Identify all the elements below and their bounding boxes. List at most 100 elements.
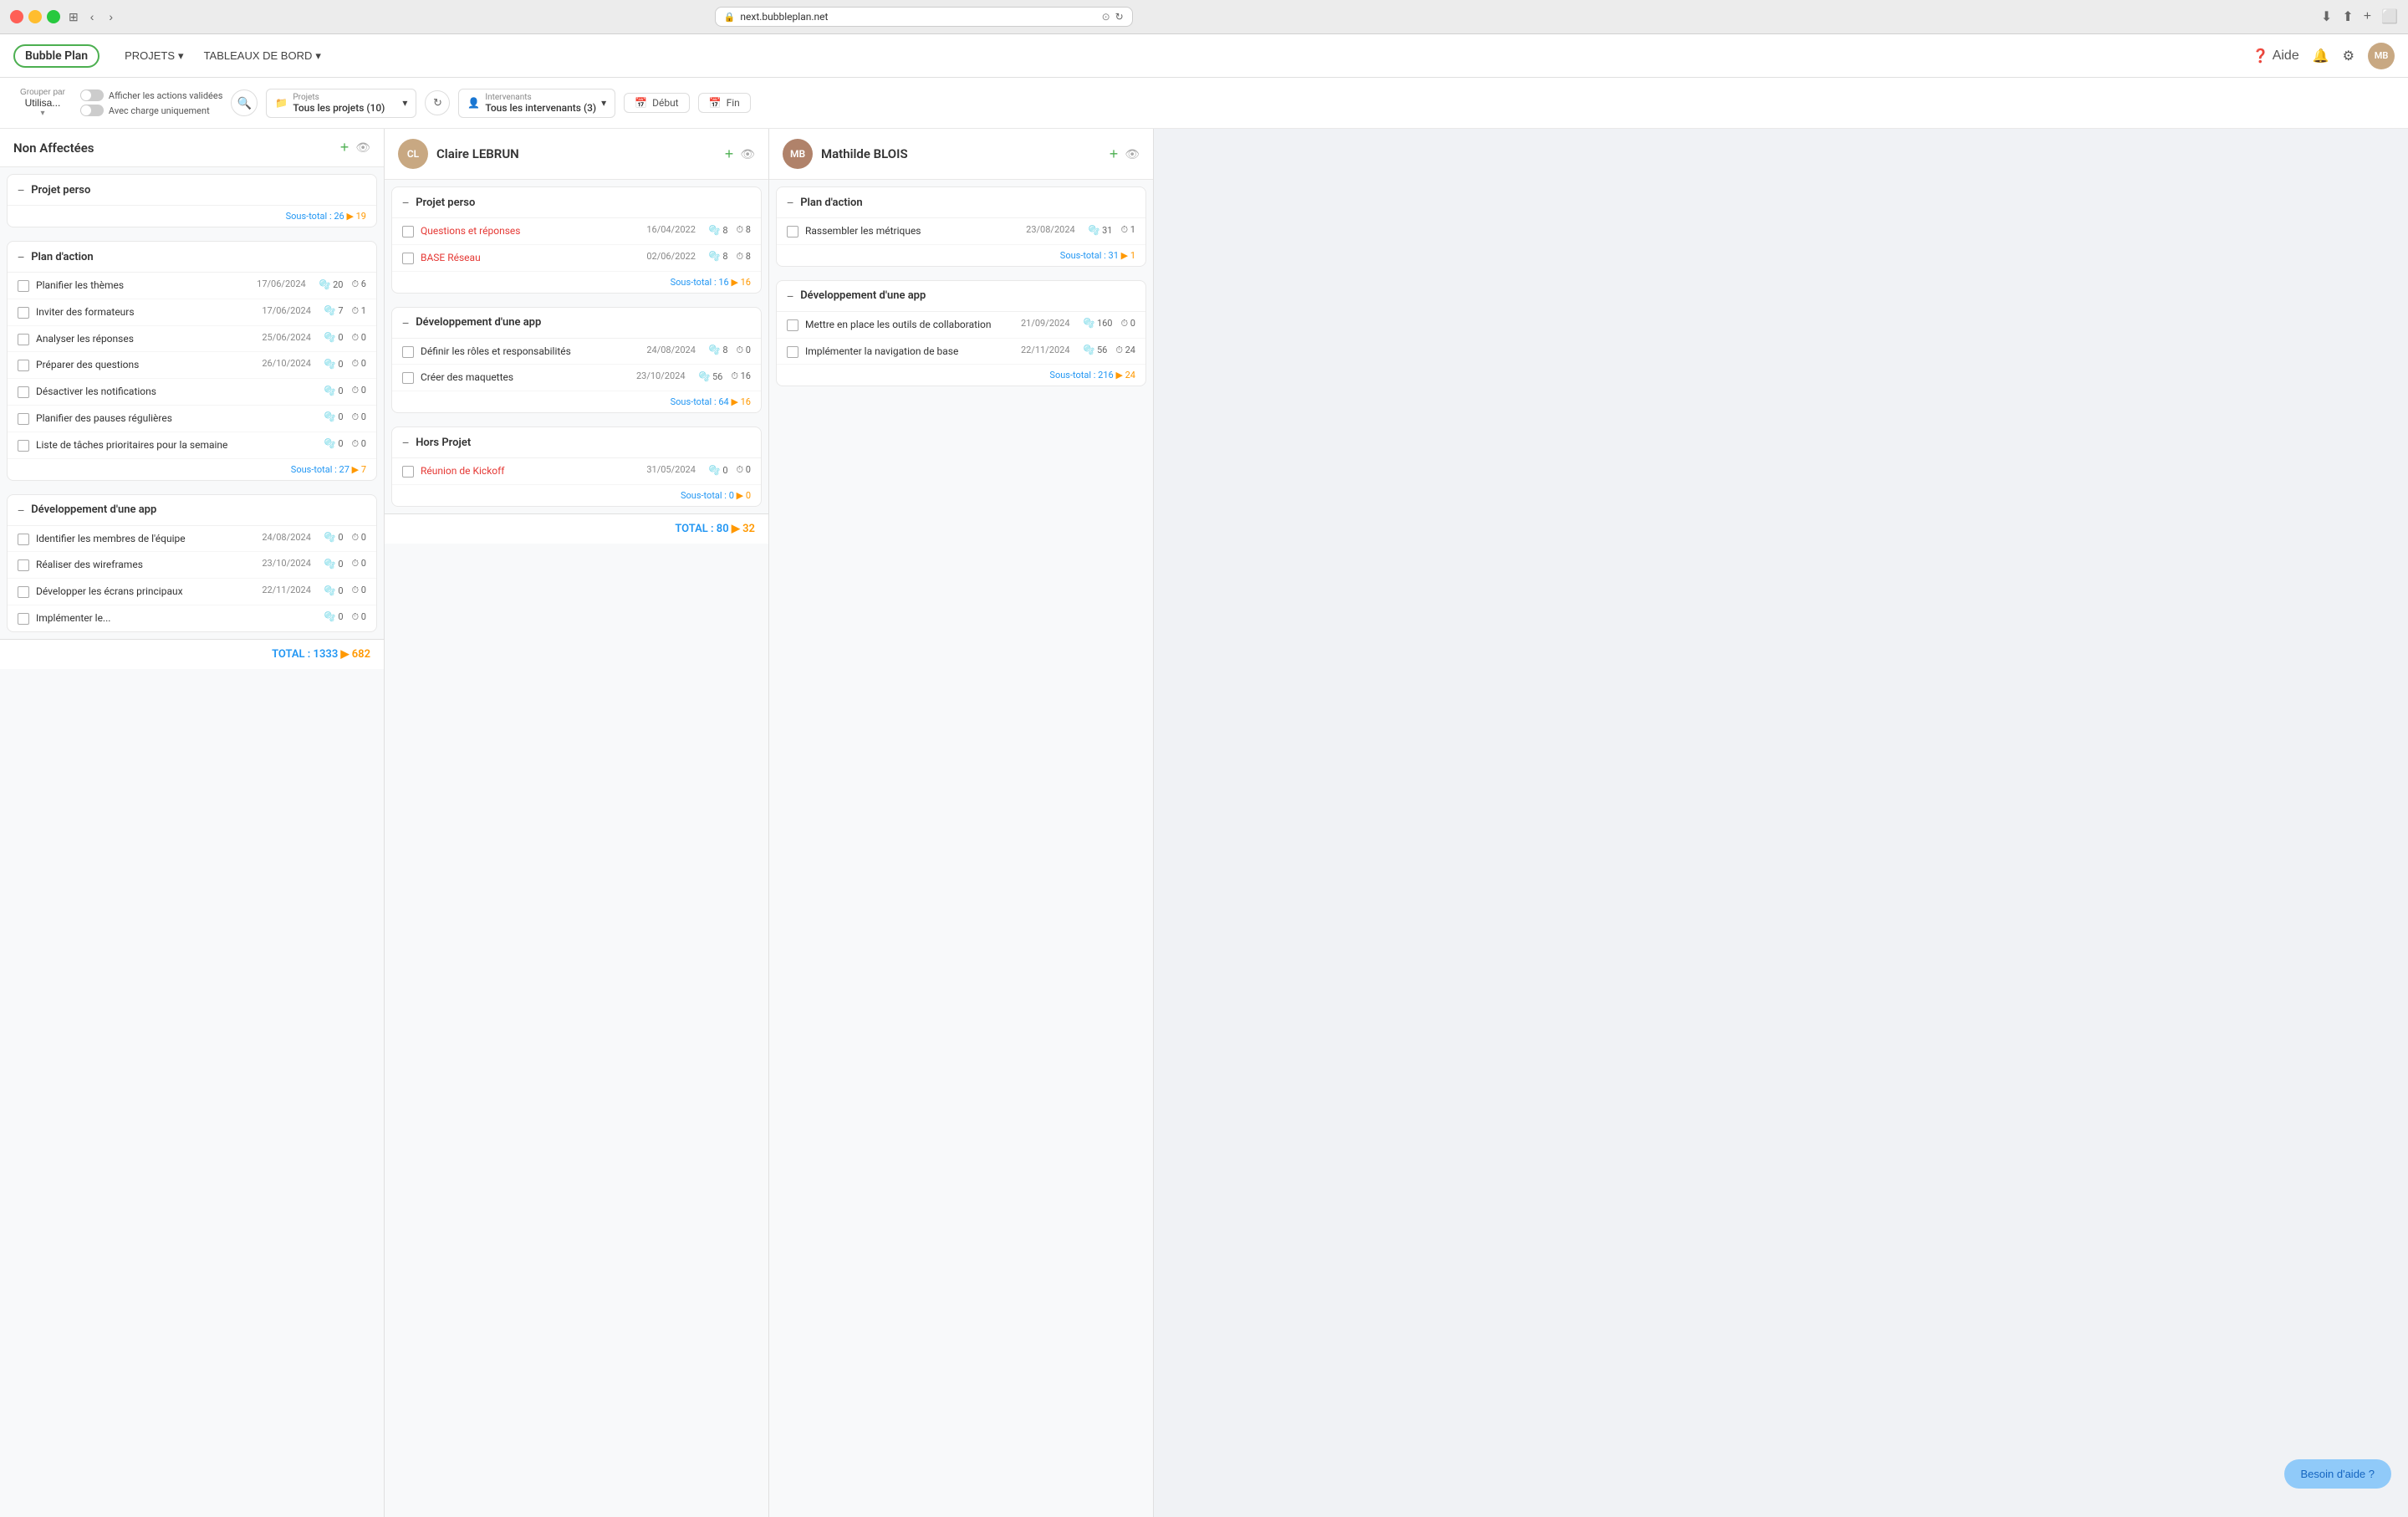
hide-button[interactable]: 👁 xyxy=(355,140,370,155)
column-mathilde-blois: MBMathilde BLOIS+👁−Plan d'actionRassembl… xyxy=(769,129,1154,1517)
task-checkbox[interactable] xyxy=(402,346,414,358)
intervenants-filter[interactable]: 👤 Intervenants Tous les intervenants (3)… xyxy=(458,89,615,118)
address-bar[interactable]: 🔒 next.bubbleplan.net ⊙ ↻ xyxy=(715,7,1133,27)
task-checkbox[interactable] xyxy=(402,253,414,264)
refresh-button[interactable]: ↻ xyxy=(425,90,450,115)
project-name: Plan d'action xyxy=(31,251,366,263)
main-content: Non Affectées+👁−Projet persoSous-total :… xyxy=(0,129,2408,1517)
task-checkbox[interactable] xyxy=(18,534,29,545)
projects-filter[interactable]: 📁 Projets Tous les projets (10) ▾ xyxy=(266,89,416,118)
minimize-btn[interactable] xyxy=(28,10,42,23)
time-metric: ⏱ 0 xyxy=(352,558,367,570)
task-checkbox[interactable] xyxy=(787,226,798,238)
task-checkbox[interactable] xyxy=(402,226,414,238)
fin-filter[interactable]: 📅 Fin xyxy=(698,93,751,113)
settings-icon[interactable]: ⚙ xyxy=(2343,48,2354,64)
collapse-button[interactable]: − xyxy=(787,289,793,303)
logo[interactable]: Bubble Plan xyxy=(13,44,99,68)
task-checkbox[interactable] xyxy=(18,440,29,452)
task-checkbox[interactable] xyxy=(18,559,29,571)
task-checkbox[interactable] xyxy=(18,360,29,371)
download-icon[interactable]: ⬇ xyxy=(2321,8,2332,25)
add-button[interactable]: + xyxy=(340,139,349,156)
project-section-1: −Plan d'actionPlanifier les thèmes17/06/… xyxy=(7,241,377,481)
task-name: Analyser les réponses xyxy=(36,332,248,346)
user-avatar[interactable]: MB xyxy=(2368,43,2395,69)
time-metric: ⏱ 16 xyxy=(731,370,751,382)
task-checkbox[interactable] xyxy=(18,307,29,319)
help-float-button[interactable]: Besoin d'aide ? xyxy=(2284,1459,2392,1489)
time-metric: ⏱ 0 xyxy=(352,358,367,370)
bubble-metric: 🫧 0 xyxy=(324,532,344,543)
hide-button[interactable]: 👁 xyxy=(740,147,755,161)
collapse-button[interactable]: − xyxy=(402,436,409,449)
back-btn[interactable]: ‹ xyxy=(87,8,98,25)
calendar-icon: 📅 xyxy=(635,97,647,109)
collapse-button[interactable]: − xyxy=(18,183,24,197)
search-button[interactable]: 🔍 xyxy=(231,89,258,116)
bubble-metric: 🫧 0 xyxy=(324,332,344,343)
tabs-icon[interactable]: ⬜ xyxy=(2381,8,2398,25)
hide-button[interactable]: 👁 xyxy=(1125,147,1140,161)
url-text: next.bubbleplan.net xyxy=(740,11,828,23)
task-metrics: 🫧 0⏱ 0 xyxy=(324,585,366,596)
collapse-button[interactable]: − xyxy=(787,196,793,209)
task-metrics: 🫧 20⏱ 6 xyxy=(319,278,366,290)
total-bar: TOTAL : 1333 ▶ 682 xyxy=(0,639,384,669)
nav-tableaux[interactable]: TABLEAUX DE BORD ▾ xyxy=(196,44,329,68)
nav-projets[interactable]: PROJETS ▾ xyxy=(116,44,192,68)
task-metrics: 🫧 8⏱ 8 xyxy=(709,251,751,263)
task-checkbox[interactable] xyxy=(787,319,798,331)
task-metrics: 🫧 0⏱ 0 xyxy=(324,332,366,344)
chevron-down-icon: ▾ xyxy=(178,49,184,63)
task-checkbox[interactable] xyxy=(18,334,29,345)
task-name: Définir les rôles et responsabilités xyxy=(421,345,633,359)
task-item: Planifier des pauses régulières🫧 0⏱ 0 xyxy=(8,406,376,432)
task-checkbox[interactable] xyxy=(18,586,29,598)
close-btn[interactable] xyxy=(10,10,23,23)
subtotal: Sous-total : 16 ▶ 16 xyxy=(392,272,761,293)
total-arrow: ▶ 682 xyxy=(340,648,370,661)
project-section-1: −Développement d'une appDéfinir les rôle… xyxy=(391,307,762,414)
time-metric: ⏱ 24 xyxy=(1115,345,1135,356)
column-title: Claire LEBRUN xyxy=(436,146,717,161)
forward-btn[interactable]: › xyxy=(105,8,116,25)
bubble-metric: 🫧 0 xyxy=(709,465,728,476)
project-header: −Hors Projet xyxy=(392,427,761,458)
collapse-button[interactable]: − xyxy=(18,250,24,263)
toggle-validated[interactable] xyxy=(80,89,104,101)
add-button[interactable]: + xyxy=(1110,146,1119,163)
task-date: 02/06/2022 xyxy=(646,251,696,262)
time-metric: ⏱ 0 xyxy=(352,585,367,596)
toggle-charge[interactable] xyxy=(80,105,104,116)
task-item: Identifier les membres de l'équipe24/08/… xyxy=(8,526,376,553)
column-header-claire-lebrun: CLClaire LEBRUN+👁 xyxy=(385,129,768,180)
sidebar-toggle-btn[interactable]: ⊞ xyxy=(69,10,79,24)
reload-icon[interactable]: ↻ xyxy=(1115,11,1124,23)
debut-filter[interactable]: 📅 Début xyxy=(624,93,689,113)
new-tab-icon[interactable]: + xyxy=(2364,9,2371,24)
subtotal: Sous-total : 216 ▶ 24 xyxy=(777,365,1145,386)
bubble-metric: 🫧 0 xyxy=(324,386,344,396)
task-checkbox[interactable] xyxy=(18,613,29,625)
collapse-button[interactable]: − xyxy=(18,503,24,517)
add-button[interactable]: + xyxy=(725,146,734,163)
task-metrics: 🫧 31⏱ 1 xyxy=(1089,224,1135,236)
task-checkbox[interactable] xyxy=(18,386,29,398)
collapse-button[interactable]: − xyxy=(402,196,409,209)
task-name: Inviter des formateurs xyxy=(36,305,248,319)
project-icon: 📁 xyxy=(275,97,288,109)
task-checkbox[interactable] xyxy=(402,466,414,478)
maximize-btn[interactable] xyxy=(47,10,60,23)
task-checkbox[interactable] xyxy=(787,346,798,358)
task-checkbox[interactable] xyxy=(402,372,414,384)
task-checkbox[interactable] xyxy=(18,280,29,292)
user-avatar: MB xyxy=(783,139,813,169)
collapse-button[interactable]: − xyxy=(402,316,409,329)
help-btn[interactable]: ❓ Aide xyxy=(2252,48,2299,64)
task-checkbox[interactable] xyxy=(18,413,29,425)
group-by-button[interactable]: Grouper par Utilisa... ▾ xyxy=(13,84,72,121)
bell-icon[interactable]: 🔔 xyxy=(2313,48,2329,64)
share-icon[interactable]: ⬆ xyxy=(2342,8,2353,25)
column-header-non-affectees: Non Affectées+👁 xyxy=(0,129,384,167)
